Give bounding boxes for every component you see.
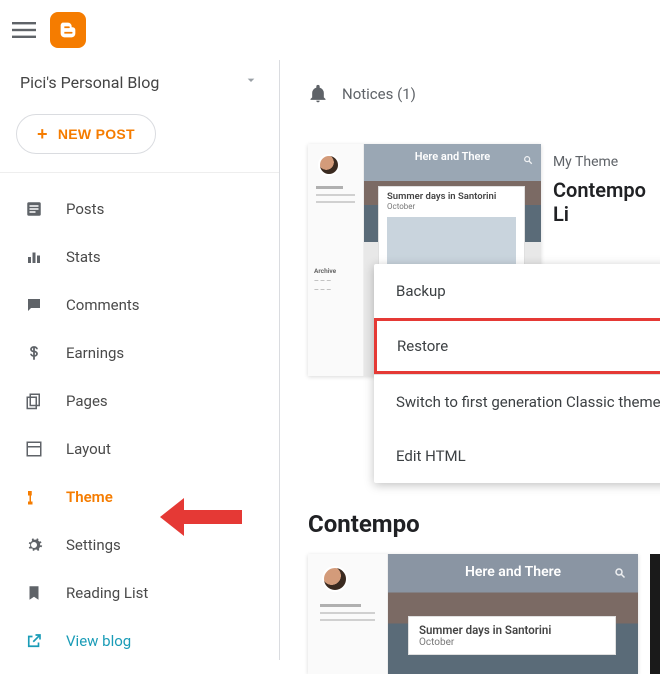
search-icon bbox=[614, 564, 626, 583]
stats-icon bbox=[24, 247, 44, 267]
blog-selector[interactable]: Pici's Personal Blog bbox=[0, 60, 279, 110]
section-heading: Contempo bbox=[308, 510, 420, 538]
nav-view-blog[interactable]: View blog bbox=[0, 617, 279, 665]
menu-icon[interactable] bbox=[12, 18, 36, 42]
blog-name: Pici's Personal Blog bbox=[20, 73, 159, 92]
nav-reading-list[interactable]: Reading List bbox=[0, 569, 279, 617]
pages-icon bbox=[24, 391, 44, 411]
earnings-icon bbox=[24, 343, 44, 363]
theme-actions-menu: Backup Restore Switch to first generatio… bbox=[374, 264, 660, 483]
menu-backup[interactable]: Backup bbox=[374, 264, 660, 318]
nav-posts[interactable]: Posts bbox=[0, 185, 279, 233]
menu-edit-html[interactable]: Edit HTML bbox=[374, 429, 660, 483]
settings-icon bbox=[24, 535, 44, 555]
preview-site-title: Here and There bbox=[364, 150, 541, 163]
chevron-down-icon bbox=[243, 72, 259, 92]
theme-gallery-tile-next[interactable] bbox=[650, 554, 660, 674]
bell-icon bbox=[308, 84, 328, 104]
posts-icon bbox=[24, 199, 44, 219]
theme-gallery-tile[interactable]: Here and There Summer days in SantoriniO… bbox=[308, 554, 638, 674]
nav-pages[interactable]: Pages bbox=[0, 377, 279, 425]
nav-layout[interactable]: Layout bbox=[0, 425, 279, 473]
nav-list: Posts Stats Comments Earnings Pages Layo… bbox=[0, 173, 279, 665]
plus-icon: + bbox=[37, 125, 48, 143]
sidebar: Pici's Personal Blog + NEW POST Posts St… bbox=[0, 60, 280, 660]
open-external-icon bbox=[24, 631, 44, 651]
theme-icon bbox=[24, 487, 44, 507]
notices-label: Notices (1) bbox=[342, 85, 416, 103]
nav-stats[interactable]: Stats bbox=[0, 233, 279, 281]
my-theme-caption: My Theme bbox=[553, 154, 660, 170]
menu-restore[interactable]: Restore bbox=[374, 318, 660, 374]
notices-row[interactable]: Notices (1) bbox=[308, 84, 660, 104]
comments-icon bbox=[24, 295, 44, 315]
nav-earnings[interactable]: Earnings bbox=[0, 329, 279, 377]
new-post-button[interactable]: + NEW POST bbox=[16, 114, 156, 154]
menu-switch-classic[interactable]: Switch to first generation Classic theme bbox=[374, 374, 660, 429]
annotation-arrow bbox=[160, 496, 242, 542]
bookmark-icon bbox=[24, 583, 44, 603]
my-theme-name: Contempo Li bbox=[553, 178, 660, 226]
preview-site-title: Here and There bbox=[388, 564, 638, 580]
avatar-icon bbox=[322, 566, 348, 592]
layout-icon bbox=[24, 439, 44, 459]
avatar-icon bbox=[318, 154, 340, 176]
search-icon bbox=[523, 150, 533, 169]
new-post-label: NEW POST bbox=[58, 126, 135, 142]
blogger-logo bbox=[50, 12, 86, 48]
nav-comments[interactable]: Comments bbox=[0, 281, 279, 329]
